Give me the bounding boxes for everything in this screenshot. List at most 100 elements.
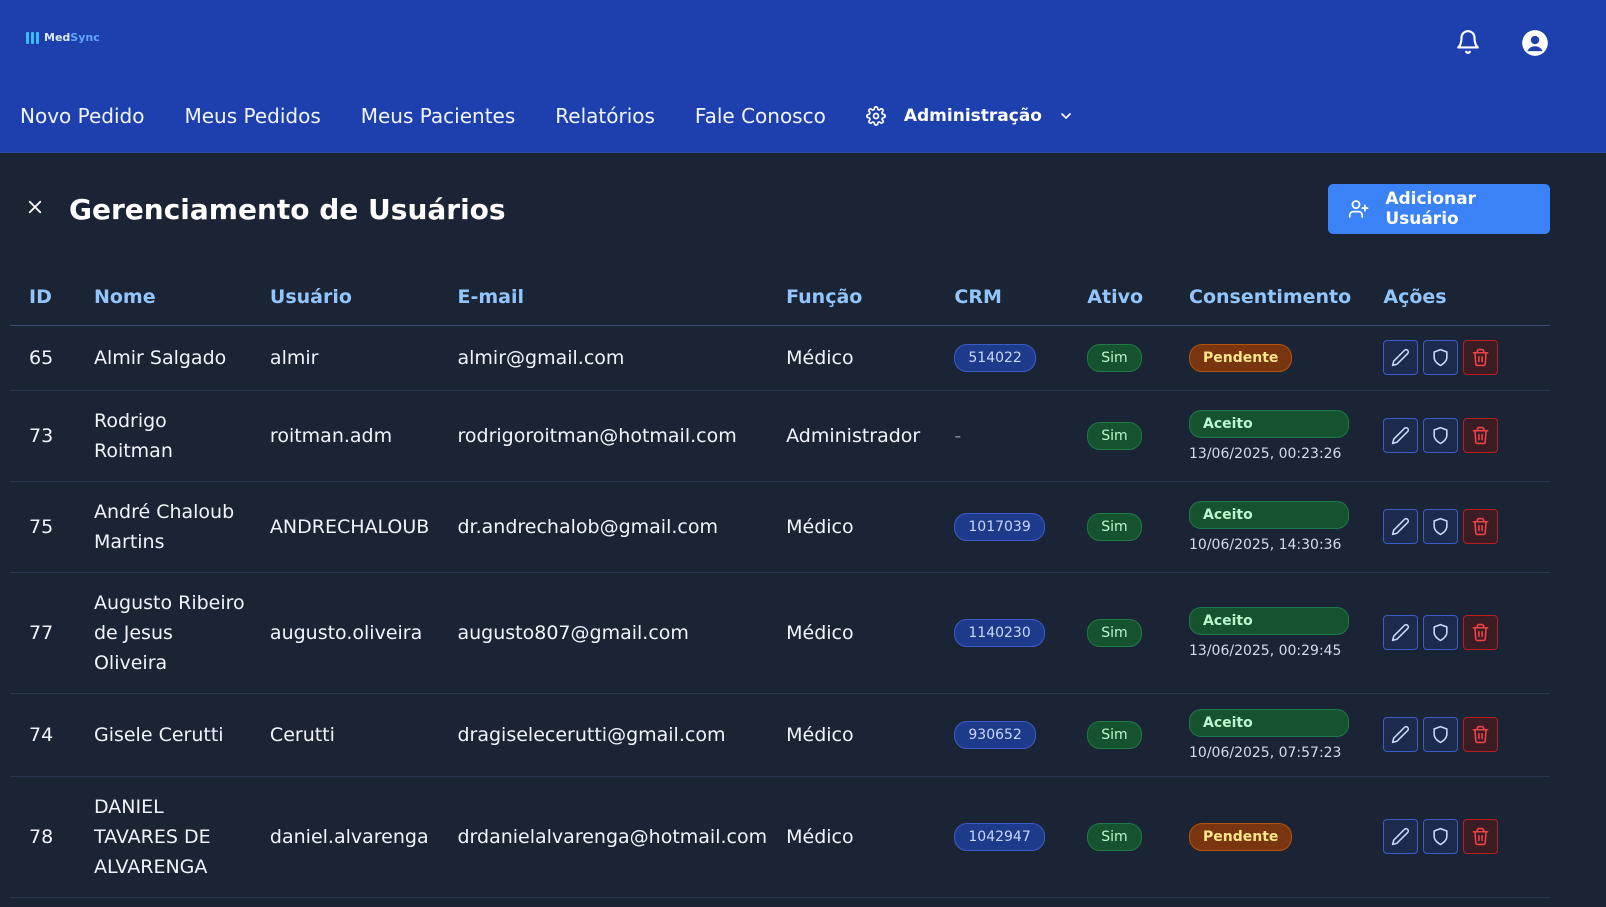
- cell-crm: 514022: [935, 325, 1069, 391]
- chevron-down-icon: [1061, 113, 1071, 119]
- gear-icon: [865, 106, 886, 126]
- pencil-icon: [1392, 624, 1410, 642]
- page-header: Gerenciamento de Usuários Adicionar Usuá…: [0, 184, 1606, 234]
- ativo-badge: Sim: [1087, 822, 1142, 851]
- cell-consentimento: Pendente: [1170, 776, 1365, 898]
- edit-button[interactable]: [1383, 340, 1419, 375]
- table-row: 78 DANIEL TAVARES DE ALVARENGA daniel.al…: [10, 776, 1550, 898]
- consent-badge-accepted: Aceito: [1189, 708, 1349, 737]
- shield-icon: [1433, 517, 1448, 536]
- cell-email: augusto807@gmail.com: [438, 572, 768, 694]
- bell-icon[interactable]: [1455, 28, 1481, 56]
- crm-badge: 1042947: [954, 822, 1045, 851]
- shield-icon: [1433, 623, 1448, 642]
- nav-meus-pedidos[interactable]: Meus Pedidos: [184, 104, 320, 128]
- cell-acoes: [1364, 693, 1550, 777]
- medsync-logo[interactable]: MedSync: [26, 31, 100, 44]
- logo-mark-icon: [26, 31, 39, 44]
- permissions-button[interactable]: [1423, 717, 1459, 752]
- cell-ativo: Sim: [1068, 776, 1170, 898]
- shield-icon: [1433, 426, 1448, 445]
- cell-nome: DANIEL TAVARES DE ALVARENGA: [74, 776, 251, 898]
- cell-usuario: Cerutti: [250, 693, 439, 777]
- delete-button[interactable]: [1463, 509, 1499, 544]
- nav-administracao-dropdown[interactable]: Administração: [865, 106, 1074, 126]
- add-user-button[interactable]: Adicionar Usuário: [1328, 184, 1550, 234]
- cell-acoes: [1364, 390, 1550, 482]
- cell-crm: -: [935, 390, 1069, 482]
- cell-id: 65: [10, 325, 75, 391]
- cell-email: dragiselecerutti@gmail.com: [438, 693, 768, 777]
- cell-consentimento: Aceito 13/06/2025, 00:29:45: [1170, 572, 1365, 694]
- cell-funcao: Médico: [767, 481, 936, 573]
- col-ativo[interactable]: Ativo: [1068, 270, 1170, 326]
- cell-consentimento: Aceito 10/06/2025, 14:30:36: [1170, 481, 1365, 573]
- permissions-button[interactable]: [1423, 615, 1459, 650]
- close-icon[interactable]: [26, 198, 44, 216]
- col-crm[interactable]: CRM: [935, 270, 1069, 326]
- edit-button[interactable]: [1383, 717, 1419, 752]
- cell-consentimento: Aceito 10/06/2025, 07:57:23: [1170, 693, 1365, 777]
- cell-usuario: daniel.alvarenga: [250, 776, 439, 898]
- cell-usuario: roitman.adm: [250, 390, 439, 482]
- col-id[interactable]: ID: [10, 270, 75, 326]
- nav-novo-pedido[interactable]: Novo Pedido: [20, 104, 144, 128]
- cell-email: drdanielalvarenga@hotmail.com: [438, 776, 768, 898]
- cell-nome: Almir Salgado: [74, 325, 251, 391]
- nav-relatorios[interactable]: Relatórios: [555, 104, 655, 128]
- nav-fale-conosco[interactable]: Fale Conosco: [695, 104, 826, 128]
- edit-button[interactable]: [1383, 509, 1419, 544]
- consent-badge-accepted: Aceito: [1189, 500, 1349, 529]
- col-nome[interactable]: Nome: [74, 270, 251, 326]
- ativo-badge: Sim: [1087, 343, 1142, 372]
- delete-button[interactable]: [1463, 418, 1499, 453]
- consent-badge-accepted: Aceito: [1189, 606, 1349, 635]
- col-funcao[interactable]: Função: [767, 270, 936, 326]
- cell-email: rodrigoroitman@hotmail.com: [438, 390, 768, 482]
- cell-id: 75: [10, 481, 75, 573]
- col-email[interactable]: E-mail: [438, 270, 768, 326]
- cell-nome: Gisele Cerutti: [74, 693, 251, 777]
- consent-badge-pending: Pendente: [1189, 822, 1293, 851]
- nav-meus-pacientes[interactable]: Meus Pacientes: [361, 104, 516, 128]
- logo-text: MedSync: [44, 31, 100, 44]
- table-row: 77 Augusto Ribeiro de Jesus Oliveira aug…: [10, 572, 1550, 694]
- main-nav: Novo Pedido Meus Pedidos Meus Pacientes …: [20, 104, 1074, 128]
- delete-button[interactable]: [1463, 340, 1499, 375]
- delete-button[interactable]: [1463, 615, 1499, 650]
- cell-crm: 1140230: [935, 572, 1069, 694]
- ativo-badge: Sim: [1087, 421, 1142, 450]
- delete-button[interactable]: [1463, 819, 1499, 854]
- table-row: 65 Almir Salgado almir almir@gmail.com M…: [10, 325, 1550, 391]
- ativo-badge: Sim: [1087, 512, 1142, 541]
- permissions-button[interactable]: [1423, 509, 1459, 544]
- permissions-button[interactable]: [1423, 340, 1459, 375]
- cell-acoes: [1364, 325, 1550, 391]
- cell-funcao: Médico: [767, 776, 936, 898]
- col-usuario[interactable]: Usuário: [250, 270, 439, 326]
- crm-badge: 1017039: [954, 512, 1045, 541]
- table-header-row: ID Nome Usuário E-mail Função CRM Ativo …: [10, 270, 1550, 326]
- cell-acoes: [1364, 572, 1550, 694]
- cell-funcao: Administrador: [767, 390, 936, 482]
- trash-icon: [1472, 725, 1489, 744]
- cell-funcao: Médico: [767, 325, 936, 391]
- cell-ativo: Sim: [1068, 390, 1170, 482]
- delete-button[interactable]: [1463, 717, 1499, 752]
- cell-id: 77: [10, 572, 75, 694]
- cell-ativo: Sim: [1068, 325, 1170, 391]
- edit-button[interactable]: [1383, 819, 1419, 854]
- consent-timestamp: 13/06/2025, 00:23:26: [1189, 445, 1342, 462]
- cell-usuario: ANDRECHALOUB: [250, 481, 439, 573]
- user-circle-icon[interactable]: [1521, 29, 1549, 57]
- cell-id: 74: [10, 693, 75, 777]
- col-consentimento[interactable]: Consentimento: [1170, 270, 1365, 326]
- edit-button[interactable]: [1383, 418, 1419, 453]
- permissions-button[interactable]: [1423, 418, 1459, 453]
- edit-button[interactable]: [1383, 615, 1419, 650]
- consent-timestamp: 10/06/2025, 14:30:36: [1189, 536, 1342, 553]
- trash-icon: [1472, 426, 1489, 445]
- add-user-label: Adicionar Usuário: [1385, 189, 1477, 229]
- permissions-button[interactable]: [1423, 819, 1459, 854]
- top-bar: MedSync Novo Pedido Meus Pedidos Meus Pa…: [0, 0, 1606, 153]
